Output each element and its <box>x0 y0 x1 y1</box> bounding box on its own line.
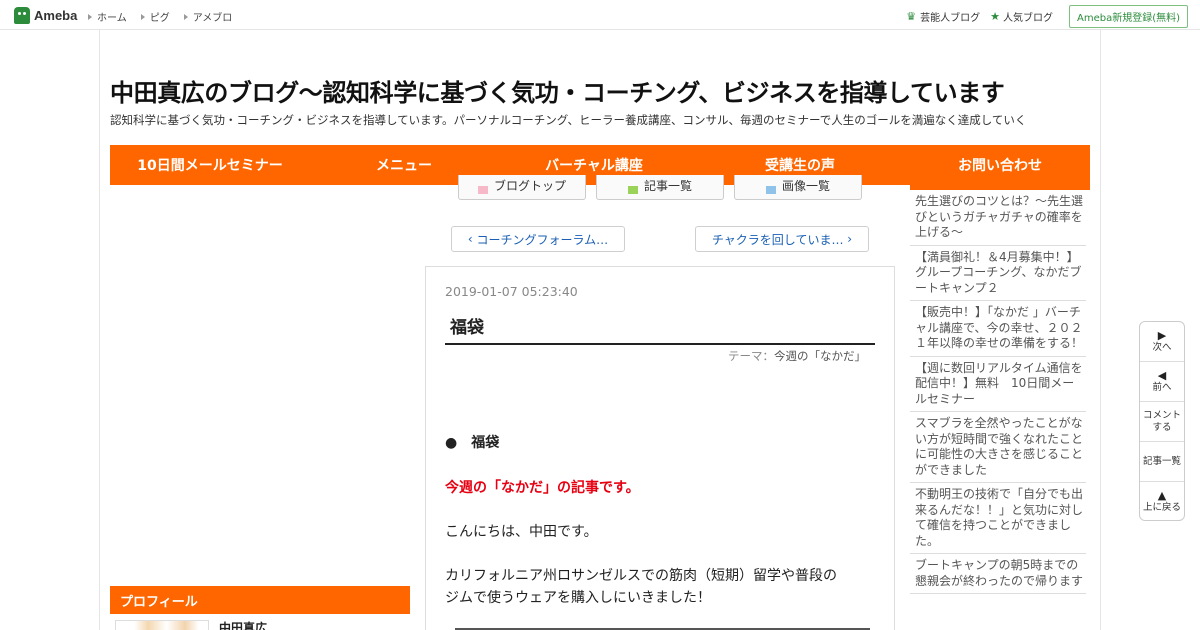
nav-pigg-link[interactable]: ピグ <box>140 9 170 24</box>
article-paragraph-line-1: カリフォルニア州ロサンゼルスでの筋肉（短期）留学や普段の <box>445 568 837 584</box>
recent-entries-list: 先生選びのコツとは？～先生選びというガチャガチャの確率を上げる～ 【満員御礼！＆… <box>910 190 1086 594</box>
profile-photo[interactable] <box>115 620 209 630</box>
blog-title[interactable]: 中田真広のブログ〜認知科学に基づく気功・コーチング、ビジネスを指導しています <box>110 73 1005 108</box>
image-list-button[interactable]: 画像一覧 <box>734 175 862 200</box>
float-entry-list-button[interactable]: 記事一覧 <box>1140 442 1184 482</box>
play-right-icon: ▶ <box>1157 328 1167 342</box>
float-next-button[interactable]: ▶ 次へ <box>1140 322 1184 362</box>
ameba-logo-icon <box>14 6 30 24</box>
crown-icon: ♛ <box>906 10 917 23</box>
recent-entry-item[interactable]: 【週に数回リアルタイム通信を配信中！】無料 10日間メールセミナー <box>910 357 1086 412</box>
article-paragraph-line-2: ジムで使うウェアを購入しにいきました！ <box>445 590 711 606</box>
nav-ameblo-link[interactable]: アメブロ <box>183 9 232 24</box>
float-back-to-top-button[interactable]: ▲ 上に戻る <box>1140 482 1184 522</box>
ameba-header: Ameba ホーム ピグ アメブロ ♛ 芸能人ブログ ★ 人気ブログ Ameba新規… <box>0 0 1200 30</box>
profile-heading: プロフィール <box>110 586 410 614</box>
triangle-right-icon <box>88 13 92 20</box>
recent-entry-item[interactable]: 先生選びのコツとは？～先生選びというガチャガチャの確率を上げる～ <box>910 190 1086 246</box>
header-right-links: ♛ 芸能人ブログ ★ 人気ブログ Ameba新規登録(無料) <box>906 5 1188 28</box>
article-greeting: こんにちは、中田です。 <box>445 524 598 540</box>
chevron-left-icon: ‹ <box>467 232 477 246</box>
nav-home-link[interactable]: ホーム <box>88 9 127 24</box>
recent-entry-item[interactable]: ブートキャンプの朝5時までの懇親会が終わったので帰ります <box>910 554 1086 594</box>
article-theme: テーマ：今週の「なかだ」 <box>728 349 866 363</box>
image-icon <box>765 186 776 194</box>
star-icon: ★ <box>990 10 1000 23</box>
register-button[interactable]: Ameba新規登録(無料) <box>1068 5 1188 28</box>
triangle-right-icon <box>183 13 188 20</box>
next-entry-link[interactable]: チャクラを回していま… › <box>695 226 869 252</box>
floating-controls: ▶ 次へ ◀ 前へ コメント する 記事一覧 ▲ 上に戻る <box>1139 321 1185 521</box>
blog-top-button[interactable]: ブログトップ <box>458 175 586 200</box>
theme-link[interactable]: 今週の「なかだ」 <box>774 349 866 363</box>
article-lead: 今週の「なかだ」の記事です。 <box>445 480 640 496</box>
recent-entry-item[interactable]: 不動明王の技術で「自分でも出来るんだな！！」と気功に対して確信を持つことができま… <box>910 483 1086 554</box>
menu-mail-seminar[interactable]: 10日間メールセミナー <box>110 145 310 185</box>
arrow-up-icon: ▲ <box>1157 489 1167 502</box>
ameba-logo-text: Ameba <box>34 7 78 23</box>
article-title[interactable]: 福袋 <box>450 313 484 338</box>
article-date: 2019-01-07 05:23:40 <box>445 284 578 299</box>
celebrity-blog-link[interactable]: ♛ 芸能人ブログ <box>906 9 980 24</box>
menu-contact[interactable]: お問い合わせ <box>910 145 1090 185</box>
profile-name[interactable]: 中田真広 <box>219 619 267 630</box>
chevron-right-icon: › <box>843 232 853 246</box>
recent-entry-item[interactable]: 【販売中！】「なかだ 」バーチャル講座で、今の幸せ、２０２１年以降の幸せの準備を… <box>910 301 1086 357</box>
prev-entry-link[interactable]: ‹ コーチングフォーラム… <box>451 226 625 252</box>
ameba-global-nav: ホーム ピグ アメブロ <box>88 9 246 24</box>
entry-list-button[interactable]: 記事一覧 <box>596 175 724 200</box>
play-left-icon: ◀ <box>1157 368 1167 382</box>
recent-entry-item[interactable]: スマブラを全然やったことがない方が短時間で強くなれたことに可能性の大きさを感じる… <box>910 412 1086 483</box>
document-icon <box>627 186 638 194</box>
float-comment-button[interactable]: コメント する <box>1140 402 1184 442</box>
blog-description: 認知科学に基づく気功・コーチング・ビジネスを指導しています。パーソナルコーチング… <box>110 113 1027 127</box>
article-heading-bullet: ● 福袋 <box>445 435 500 451</box>
home-icon <box>477 186 488 194</box>
triangle-right-icon <box>140 13 145 20</box>
popular-blog-link[interactable]: ★ 人気ブログ <box>990 9 1053 24</box>
recent-entry-item[interactable]: 【満員御礼！＆4月募集中！】グループコーチング、なかだブートキャンプ２ <box>910 246 1086 301</box>
ameba-logo[interactable]: Ameba <box>14 6 77 24</box>
float-prev-button[interactable]: ◀ 前へ <box>1140 362 1184 402</box>
title-divider <box>445 343 875 345</box>
